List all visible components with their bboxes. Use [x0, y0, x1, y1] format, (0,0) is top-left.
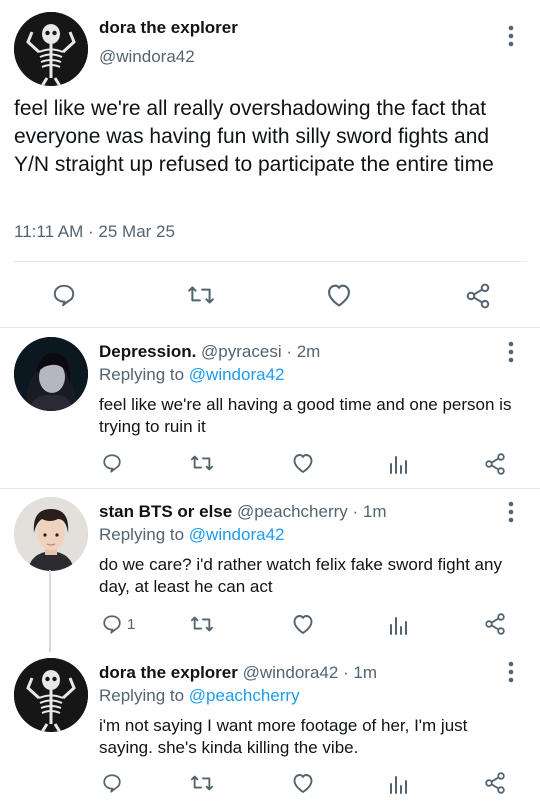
replying-to-handle[interactable]: @windora42: [189, 365, 285, 384]
divider: [0, 488, 540, 489]
share-icon: [466, 283, 490, 309]
like-button[interactable]: [291, 613, 315, 635]
replying-to-handle[interactable]: @peachcherry: [189, 686, 300, 705]
author-name[interactable]: Depression.: [99, 342, 196, 361]
like-icon: [328, 284, 350, 307]
thread-line: [49, 570, 51, 652]
share-button[interactable]: [464, 282, 492, 310]
comment-button[interactable]: [51, 282, 77, 308]
avatar[interactable]: [14, 497, 88, 571]
share-button[interactable]: [483, 771, 507, 795]
reply-header: Depression. @pyracesi · 2m: [99, 342, 320, 362]
reply-count: 1: [127, 615, 136, 633]
analytics-icon: [390, 456, 407, 474]
reply-comment-button[interactable]: [101, 452, 127, 474]
reply-header: dora the explorer @windora42 · 1m: [99, 663, 377, 683]
replying-to: Replying to @peachcherry: [99, 686, 300, 706]
reply-text: do we care? i'd rather watch felix fake …: [99, 555, 502, 596]
dark-portrait-avatar-icon: [14, 337, 88, 411]
retweet-button[interactable]: [190, 613, 214, 635]
retweet-button[interactable]: [190, 452, 214, 474]
retweet-icon: [188, 286, 214, 304]
like-button[interactable]: [291, 772, 315, 794]
like-icon: [293, 454, 313, 473]
reply-time: · 2m: [286, 342, 321, 361]
author-handle[interactable]: @windora42: [99, 47, 195, 67]
analytics-button[interactable]: [388, 453, 408, 475]
author-handle[interactable]: @windora42: [243, 663, 339, 682]
replying-to-label: Replying to: [99, 525, 189, 544]
share-icon: [485, 453, 505, 475]
author-handle[interactable]: @pyracesi: [201, 342, 282, 361]
reply-comment-button[interactable]: [101, 772, 127, 794]
more-options-icon[interactable]: [504, 340, 518, 364]
replying-to-handle[interactable]: @windora42: [189, 525, 285, 544]
divider: [0, 327, 540, 328]
like-icon: [293, 615, 313, 634]
avatar[interactable]: [14, 337, 88, 411]
retweet-icon: [191, 455, 213, 471]
tweet-text: feel like we're all really overshadowing…: [14, 97, 494, 176]
reply-text: i'm not saying I want more footage of he…: [99, 716, 468, 757]
tweet-timestamp[interactable]: 11:11 AM · 25 Mar 25: [14, 222, 175, 242]
comment-icon: [103, 454, 121, 473]
like-button[interactable]: [325, 282, 353, 308]
comment-icon: [53, 284, 75, 307]
skeleton-avatar-icon: [14, 658, 88, 732]
skeleton-avatar-icon: [14, 12, 88, 86]
retweet-button[interactable]: [187, 282, 215, 308]
divider: [14, 261, 526, 262]
comment-icon: [103, 615, 121, 634]
more-options-icon[interactable]: [504, 24, 518, 48]
author-name[interactable]: dora the explorer: [99, 663, 238, 682]
reply-header: stan BTS or else @peachcherry · 1m: [99, 502, 387, 522]
reply-text: feel like we're all having a good time a…: [99, 395, 512, 436]
avatar[interactable]: [14, 658, 88, 732]
share-button[interactable]: [483, 612, 507, 636]
replying-to-label: Replying to: [99, 365, 189, 384]
analytics-button[interactable]: [388, 773, 408, 795]
person-avatar-icon: [14, 497, 88, 571]
share-icon: [485, 613, 505, 635]
like-icon: [293, 774, 313, 793]
author-name[interactable]: dora the explorer: [99, 18, 238, 38]
analytics-button[interactable]: [388, 614, 408, 636]
like-button[interactable]: [291, 452, 315, 474]
replying-to: Replying to @windora42: [99, 365, 284, 385]
author-name[interactable]: stan BTS or else: [99, 502, 232, 521]
avatar[interactable]: [14, 12, 88, 86]
reply-time: · 1m: [352, 502, 387, 521]
reply-time: · 1m: [343, 663, 378, 682]
analytics-icon: [390, 617, 407, 635]
reply-comment-button[interactable]: 1: [101, 613, 135, 635]
analytics-icon: [390, 776, 407, 794]
retweet-icon: [191, 775, 213, 791]
more-options-icon[interactable]: [504, 660, 518, 684]
replying-to: Replying to @windora42: [99, 525, 284, 545]
retweet-icon: [191, 616, 213, 632]
share-icon: [485, 772, 505, 794]
author-handle[interactable]: @peachcherry: [237, 502, 348, 521]
comment-icon: [103, 774, 121, 793]
replying-to-label: Replying to: [99, 686, 189, 705]
share-button[interactable]: [483, 452, 507, 476]
more-options-icon[interactable]: [504, 500, 518, 524]
retweet-button[interactable]: [190, 772, 214, 794]
